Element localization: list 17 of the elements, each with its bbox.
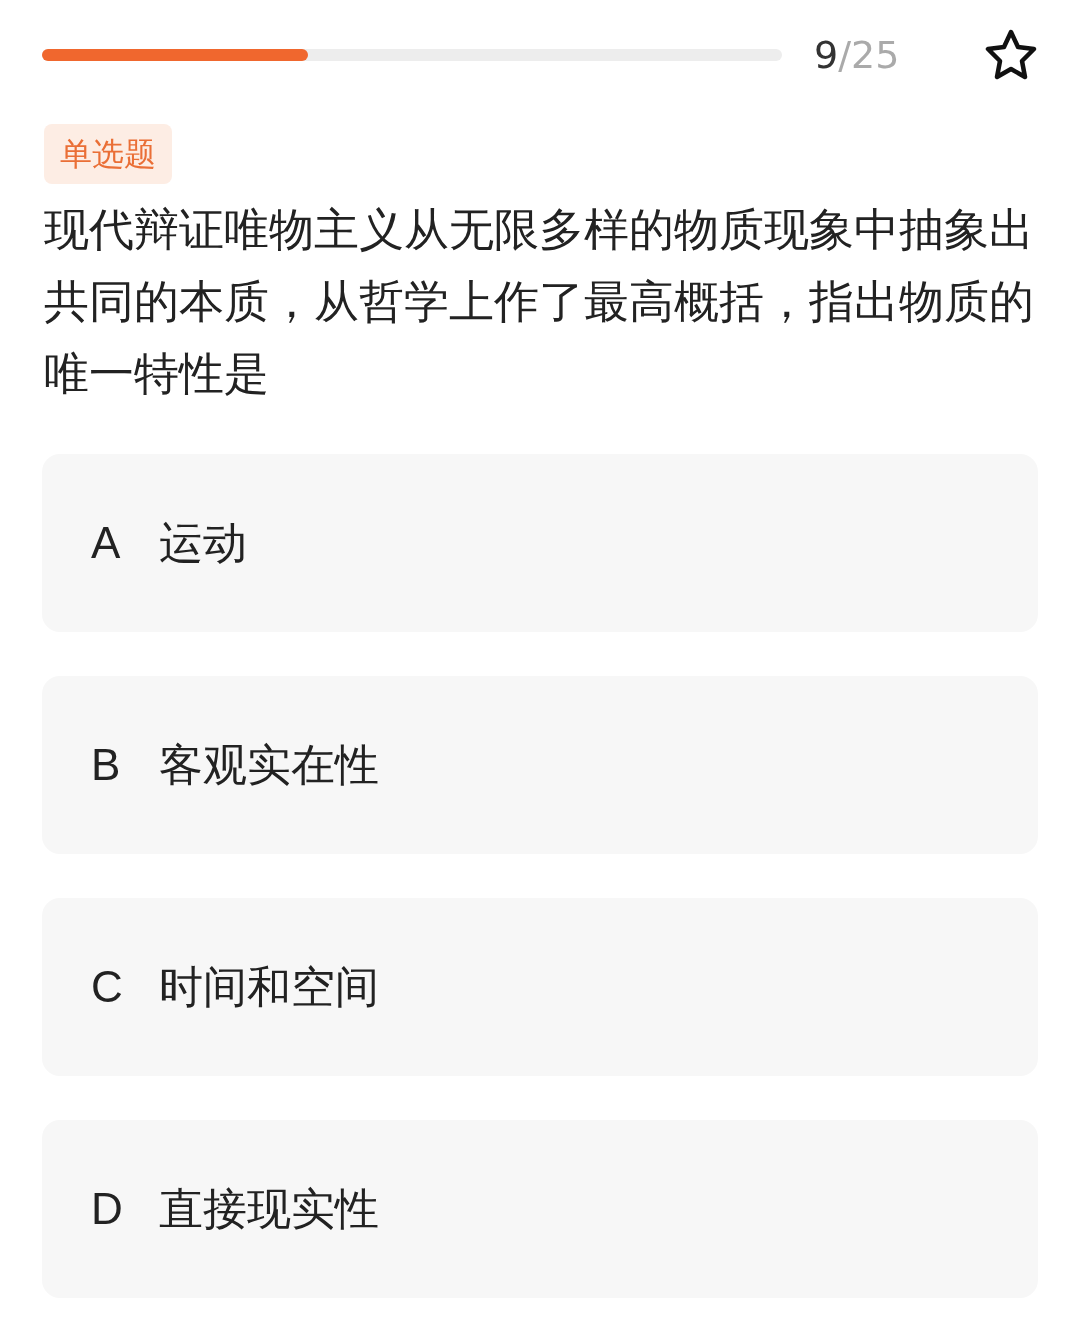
option-letter: C: [91, 962, 124, 1012]
total-questions: /25: [838, 33, 900, 77]
question-text: 现代辩证唯物主义从无限多样的物质现象中抽象出共同的本质，从哲学上作了最高概括，指出物质的唯一特性是: [44, 202, 1034, 402]
option-text: 运动: [159, 515, 247, 570]
answer-option[interactable]: D 直接现实性: [42, 1120, 1038, 1298]
option-text: 客观实在性: [159, 737, 379, 792]
question-type-tag: 单选题: [44, 124, 172, 184]
answer-option[interactable]: C 时间和空间: [42, 898, 1038, 1076]
answer-option[interactable]: A 运动: [42, 454, 1038, 632]
star-icon[interactable]: [984, 29, 1038, 81]
current-question-number: 9: [814, 33, 839, 77]
option-letter: D: [91, 1184, 124, 1234]
answer-option[interactable]: B 客观实在性: [42, 676, 1038, 854]
option-text: 时间和空间: [159, 959, 379, 1014]
option-letter: B: [91, 740, 122, 790]
option-letter: A: [91, 518, 122, 568]
option-text: 直接现实性: [159, 1181, 379, 1236]
